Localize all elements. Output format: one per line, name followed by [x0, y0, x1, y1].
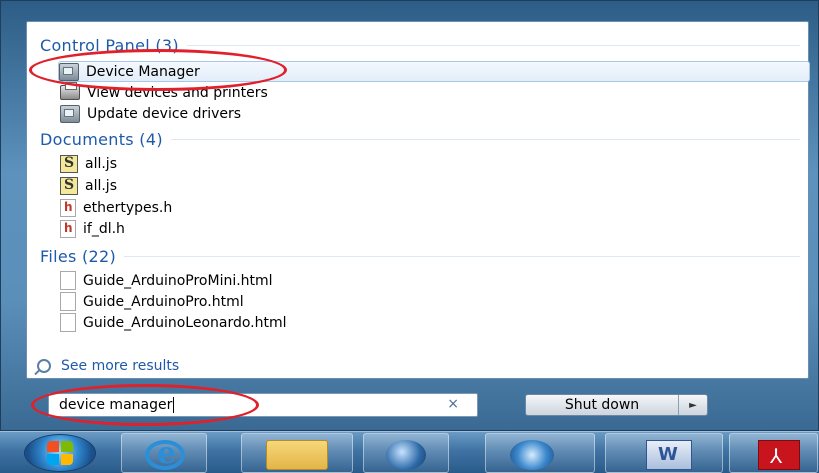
js-file-icon: [60, 176, 78, 195]
result-all-js-2[interactable]: all.js: [60, 175, 776, 196]
result-ethertypes-h[interactable]: ethertypes.h: [60, 197, 776, 218]
folder-icon: [266, 440, 328, 470]
result-label: Update device drivers: [87, 105, 242, 122]
search-icon: [37, 359, 51, 373]
result-label: ethertypes.h: [83, 199, 173, 216]
file-icon: [60, 271, 76, 290]
annotation-ellipse-search: [31, 384, 259, 426]
result-label: Guide_ArduinoPro.html: [83, 293, 244, 310]
header-file-icon: [60, 198, 76, 217]
result-guide-arduinopromini[interactable]: Guide_ArduinoProMini.html: [60, 270, 776, 291]
result-if-dl-h[interactable]: if_dl.h: [60, 218, 776, 239]
result-label: Guide_ArduinoLeonardo.html: [83, 314, 287, 331]
file-icon: [60, 292, 76, 311]
shut-down-options-arrow-icon[interactable]: ►: [679, 395, 707, 415]
start-menu: Control Panel (3) Device Manager View de…: [0, 0, 819, 431]
result-label: if_dl.h: [83, 220, 125, 237]
result-label: all.js: [85, 155, 117, 172]
result-guide-arduinoleonardo[interactable]: Guide_ArduinoLeonardo.html: [60, 312, 776, 333]
group-header-documents[interactable]: Documents (4): [40, 128, 800, 150]
result-all-js-1[interactable]: all.js: [60, 153, 776, 174]
globe-icon: [386, 440, 426, 470]
thunderbird-icon: [510, 440, 554, 470]
annotation-ellipse-device-manager: [29, 49, 287, 91]
see-more-label: See more results: [61, 358, 180, 374]
internet-explorer-icon: [145, 436, 185, 471]
result-guide-arduinopro[interactable]: Guide_ArduinoPro.html: [60, 291, 776, 312]
clear-search-icon[interactable]: ×: [447, 396, 459, 412]
file-icon: [60, 313, 76, 332]
result-label: all.js: [85, 177, 117, 194]
js-file-icon: [60, 154, 78, 173]
printer-icon: [60, 82, 80, 100]
see-more-results-link[interactable]: See more results: [37, 355, 179, 377]
device-manager-icon: [60, 104, 80, 123]
word-icon: [646, 440, 692, 470]
shut-down-button[interactable]: Shut down ►: [525, 394, 708, 416]
windows-logo-icon: [47, 441, 73, 465]
header-file-icon: [60, 219, 76, 238]
result-label: Guide_ArduinoProMini.html: [83, 272, 273, 289]
result-update-device-drivers[interactable]: Update device drivers: [60, 103, 776, 124]
pdf-icon: [758, 440, 800, 470]
group-header-files[interactable]: Files (22): [40, 245, 800, 267]
shut-down-label[interactable]: Shut down: [526, 395, 679, 415]
